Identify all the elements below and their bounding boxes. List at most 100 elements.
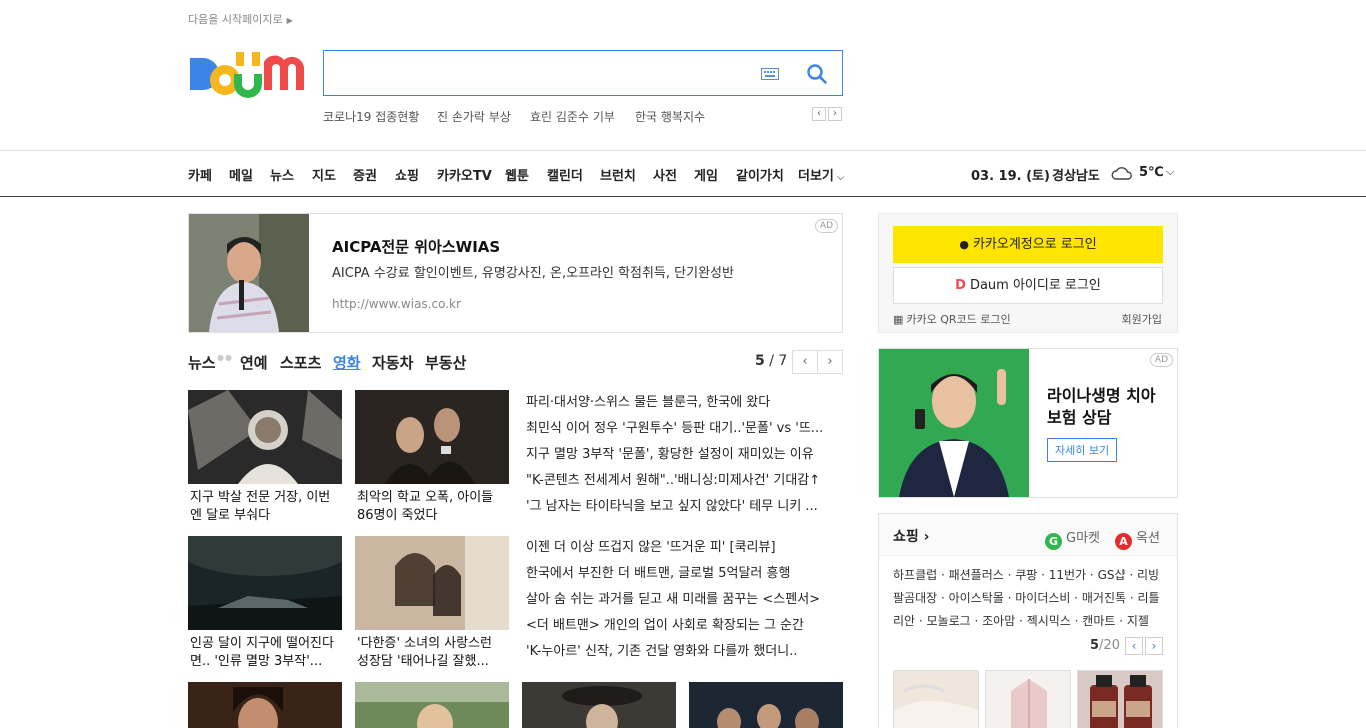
headline-item[interactable]: "K-콘텐츠 전세계서 원해"..'배니싱:미제사건' 기대감↑ [526, 468, 843, 494]
ad-badge: AD [1149, 353, 1173, 367]
trending-keyword[interactable]: 진 손가락 부상 [437, 108, 511, 125]
kakao-login-button[interactable]: ● 카카오계정으로 로그인 [893, 226, 1163, 263]
tab-news[interactable]: 뉴스 [188, 352, 216, 373]
product-thumbnail[interactable] [985, 670, 1071, 728]
ad-cta-button[interactable]: 자세히 보기 [1047, 438, 1118, 462]
nav-item-stock[interactable]: 증권 [353, 165, 377, 184]
cloud-icon [1111, 167, 1132, 180]
headline-item[interactable]: <더 배트맨> 개인의 업이 사회로 확장되는 그 순간 [526, 613, 843, 639]
daum-login-button[interactable]: D Daum 아이디로 로그인 [893, 267, 1163, 304]
trending-keywords: 코로나19 접종현황 진 손가락 부상 효린 김준수 기부 한국 행복지수 ‹ … [323, 107, 843, 125]
shopping-prev-button[interactable]: ‹ [1125, 637, 1143, 655]
nav-item-game[interactable]: 게임 [694, 165, 718, 184]
news-caption: 인공 달이 지구에 떨어진다면.. '인류 멸망 3부작'... [190, 636, 334, 669]
headline-item[interactable]: 'K-누아르' 신작, 기존 건달 영화와 다를까 했더니.. [526, 639, 843, 665]
weather-chevron-down-icon[interactable]: ⌵ [1166, 165, 1174, 179]
set-startpage-link[interactable]: 다음을 시작페이지로 ▶ [188, 11, 293, 27]
gmarket-icon: G [1045, 533, 1062, 550]
tab-sports[interactable]: 스포츠 [280, 352, 321, 373]
gmarket-link[interactable]: G G마켓 [1045, 527, 1100, 550]
headline-item[interactable]: 최민식 이어 정우 '구원투수' 등판 대기..'문폴' vs '뜨... [526, 416, 843, 442]
news-caption: 최악의 학교 오폭, 아이들 86명이 죽었다 [357, 490, 494, 523]
nav-item-mail[interactable]: 메일 [229, 165, 253, 184]
global-nav: 카페 메일 뉴스 지도 증권 쇼핑 카카오TV 웹툰 캘린더 브런치 사전 게임… [0, 150, 1366, 197]
tab-realestate[interactable]: 부동산 [425, 352, 466, 373]
nav-item-more[interactable]: 더보기 ⌵ [798, 165, 844, 184]
banner-ad-wias[interactable]: AICPA전문 위아스WIAS AICPA 수강료 할인이벤트, 유명강사진, … [188, 213, 843, 333]
trending-next-button[interactable]: › [828, 107, 842, 121]
headline-item[interactable]: 이젠 더 이상 뜨겁지 않은 '뜨거운 피' [쿡리뷰] [526, 535, 843, 561]
outdoor-scene-image [355, 682, 509, 728]
news-prev-button[interactable]: ‹ [792, 350, 818, 374]
date-display: 03. 19. (토) [971, 169, 1050, 184]
hat-woman-image [522, 682, 676, 728]
trending-prev-button[interactable]: ‹ [812, 107, 826, 121]
news-thumbnail[interactable] [355, 682, 509, 728]
moon-city-image [188, 536, 342, 630]
news-pager: 5 / 7 [755, 353, 787, 369]
banner-ad-lina[interactable]: 라이나생명 치아보험 상담 자세히 보기 AD [878, 348, 1178, 498]
headline-item[interactable]: 살아 숨 쉬는 과거를 딛고 새 미래를 꿈꾸는 <스펜서> [526, 587, 843, 613]
news-card[interactable]: 최악의 학교 오폭, 아이들 86명이 죽었다 [355, 390, 509, 525]
nav-item-brunch[interactable]: 브런치 [600, 165, 636, 184]
news-thumbnail[interactable] [188, 682, 342, 728]
shopping-pager: 5/20 [1090, 638, 1120, 653]
headline-item[interactable]: 파리·대서양·스위스 물든 블룬극, 한국에 왔다 [526, 390, 843, 416]
nav-item-webtoon[interactable]: 웹툰 [505, 165, 529, 184]
startpage-label: 다음을 시작페이지로 [188, 13, 283, 26]
nav-item-calendar[interactable]: 캘린더 [547, 165, 583, 184]
signup-link[interactable]: 회원가입 [1122, 311, 1162, 327]
ad-url: http://www.wias.co.kr [332, 297, 461, 311]
nav-item-map[interactable]: 지도 [312, 165, 336, 184]
pager-current: 5 [755, 353, 765, 369]
search-input[interactable] [336, 61, 756, 85]
news-thumbnail[interactable] [522, 682, 676, 728]
headline-list: 파리·대서양·스위스 물든 블룬극, 한국에 왔다 최민식 이어 정우 '구원투… [526, 390, 843, 520]
tab-car[interactable]: 자동차 [372, 352, 413, 373]
trending-keyword[interactable]: 효린 김준수 기부 [530, 108, 615, 125]
news-next-button[interactable]: › [817, 350, 843, 374]
news-tabs: 뉴스 ●● 연예 스포츠 영화 자동차 부동산 5 / 7 ‹ › [188, 350, 843, 374]
news-thumbnail[interactable] [689, 682, 843, 728]
news-card[interactable]: 지구 박살 전문 거장, 이번엔 달로 부숴다 [188, 390, 342, 525]
news-card[interactable]: '다한증' 소녀의 사랑스런 성장담 '태어나길 잘했... [355, 536, 509, 671]
school-scene-image [355, 390, 509, 484]
shopping-title-label: 쇼핑 [893, 529, 919, 545]
trending-keyword[interactable]: 한국 행복지수 [635, 108, 705, 125]
product-thumbnail[interactable] [1077, 670, 1163, 728]
ad-title: 라이나생명 치아보험 상담 [1047, 386, 1156, 427]
ad-instructor-photo [189, 214, 309, 332]
tab-entertainment[interactable]: 연예 [240, 352, 268, 373]
trending-keyword[interactable]: 코로나19 접종현황 [323, 108, 419, 125]
daum-logo[interactable] [188, 48, 304, 100]
weather-temp: 5℃ [1139, 165, 1164, 180]
shopping-links[interactable]: 하프클럽 · 패션플러스 · 쿠팡 · 11번가 · GS샵 · 리빙팔곰대장 … [893, 564, 1165, 633]
search-icon[interactable] [806, 63, 828, 85]
kakao-login-label: 카카오계정으로 로그인 [972, 237, 1097, 252]
pager-total: 7 [778, 353, 788, 369]
nav-item-news[interactable]: 뉴스 [270, 165, 294, 184]
nav-item-kakaotv[interactable]: 카카오TV [437, 165, 492, 184]
ad-instructor-illustration [189, 214, 309, 332]
nav-item-dictionary[interactable]: 사전 [653, 165, 677, 184]
nav-item-shopping[interactable]: 쇼핑 [395, 165, 419, 184]
headline-item[interactable]: '그 남자는 타이타닉을 보고 싶지 않았다' 테무 니키 ... [526, 494, 843, 520]
shopping-title[interactable]: 쇼핑 › [893, 526, 929, 546]
shopping-next-button[interactable]: › [1145, 637, 1163, 655]
bedding-product-image [894, 671, 978, 728]
news-card[interactable]: 인공 달이 지구에 떨어진다면.. '인류 멸망 3부작'... [188, 536, 342, 671]
product-thumbnail[interactable] [893, 670, 979, 728]
pager-separator: / [769, 353, 774, 369]
nav-item-together[interactable]: 같이가치 [736, 165, 784, 184]
headline-item[interactable]: 지구 멸망 3부작 '문폴', 황당한 설정이 재미있는 이유 [526, 442, 843, 468]
tab-movie[interactable]: 영화 [333, 352, 361, 373]
shopping-page-total: /20 [1099, 638, 1120, 653]
auction-link[interactable]: A 옥션 [1115, 527, 1160, 550]
weather-region[interactable]: 경상남도 [1052, 165, 1100, 184]
keyboard-icon[interactable] [761, 68, 779, 80]
qr-login-link[interactable]: ▦ 카카오 QR코드 로그인 [893, 311, 1011, 327]
ad-badge: AD [814, 219, 838, 233]
nav-item-cafe[interactable]: 카페 [188, 165, 212, 184]
daum-d-icon: D [955, 278, 966, 293]
headline-item[interactable]: 한국에서 부진한 더 배트맨, 글로벌 5억달러 흥행 [526, 561, 843, 587]
